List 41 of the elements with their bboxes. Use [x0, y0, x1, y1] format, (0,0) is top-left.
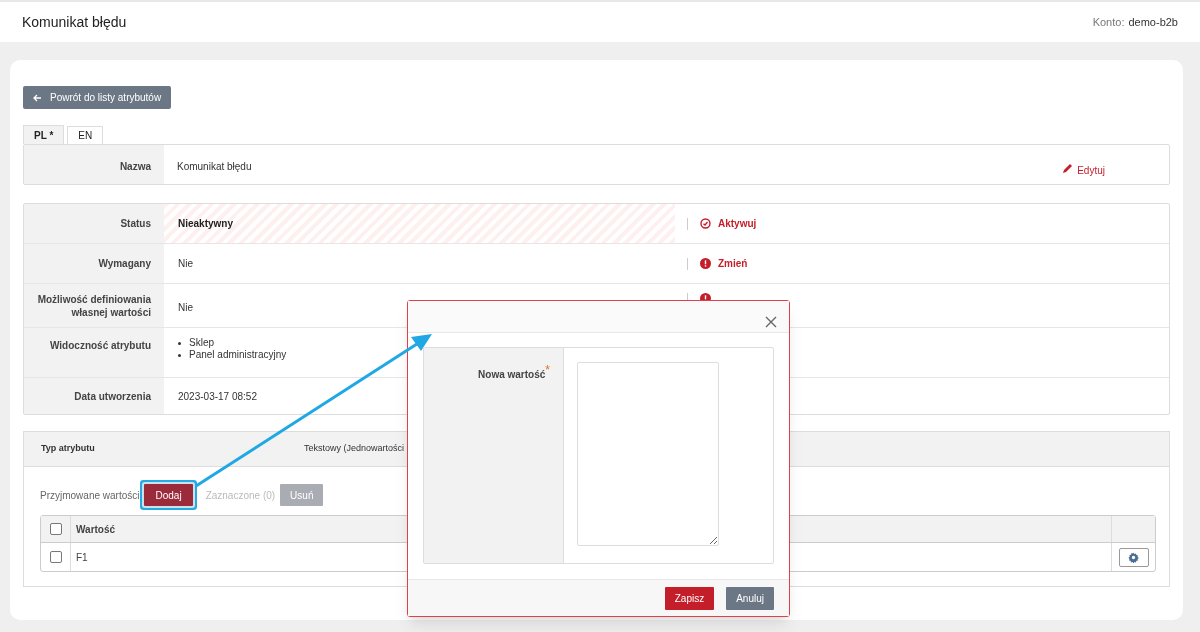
account-name: demo-b2b [1128, 14, 1178, 30]
field-label: Status [24, 204, 164, 243]
action-link[interactable]: Aktywuj [700, 216, 757, 231]
section-label: Przyjmowane wartości [40, 488, 140, 503]
action-link[interactable]: Zmień [700, 256, 748, 271]
field-value: Komunikat błędu [177, 160, 252, 174]
field-label: Nazwa [24, 145, 164, 184]
table-cell-text: F1 [75, 550, 89, 565]
column-header: Wartość [75, 522, 117, 537]
checkbox[interactable] [49, 551, 62, 563]
language-tab[interactable]: EN [67, 126, 104, 144]
field-value: 2023-03-17 08:52 [177, 389, 258, 404]
settings-icon [1128, 551, 1139, 563]
text-area-field[interactable] [577, 362, 719, 546]
field-label: Nowa wartość [478, 369, 546, 380]
field-value: Nie [177, 301, 194, 315]
save-button[interactable]: Zapisz [664, 586, 715, 610]
settings-button[interactable] [1118, 547, 1149, 567]
alert-circle-icon [700, 258, 711, 269]
close-button[interactable] [765, 316, 777, 328]
field-label: Data utworzenia [24, 378, 164, 414]
check-circle-icon [700, 218, 711, 229]
arrow-left-icon [33, 93, 42, 102]
status-value: Nieaktywny [164, 204, 675, 243]
field-label: Wymagany [24, 244, 164, 283]
field-value: Nie [177, 257, 194, 271]
selected-count: Zaznaczone (0) [205, 488, 276, 503]
edit-link[interactable]: Edytuj [1062, 145, 1105, 184]
account-label: Konto: [1092, 14, 1125, 30]
field-label: Widoczność atrybutu [24, 328, 164, 377]
cancel-button[interactable]: Anuluj [726, 586, 774, 610]
field-label: Możliwość definiowania własnej wartości [24, 284, 164, 327]
language-tab[interactable]: PL * [23, 125, 65, 144]
field-label: Typ atrybutu [40, 442, 96, 456]
page-title: Komunikat błędu [22, 12, 127, 32]
checkbox[interactable] [49, 523, 62, 535]
pencil-icon [1062, 163, 1074, 174]
required-asterisk: * [545, 363, 550, 377]
back-button[interactable]: Powrót do listy atrybutów [23, 86, 172, 109]
field-value: Tekstowy (Jednowartości [304, 442, 405, 456]
close-icon [765, 316, 777, 328]
